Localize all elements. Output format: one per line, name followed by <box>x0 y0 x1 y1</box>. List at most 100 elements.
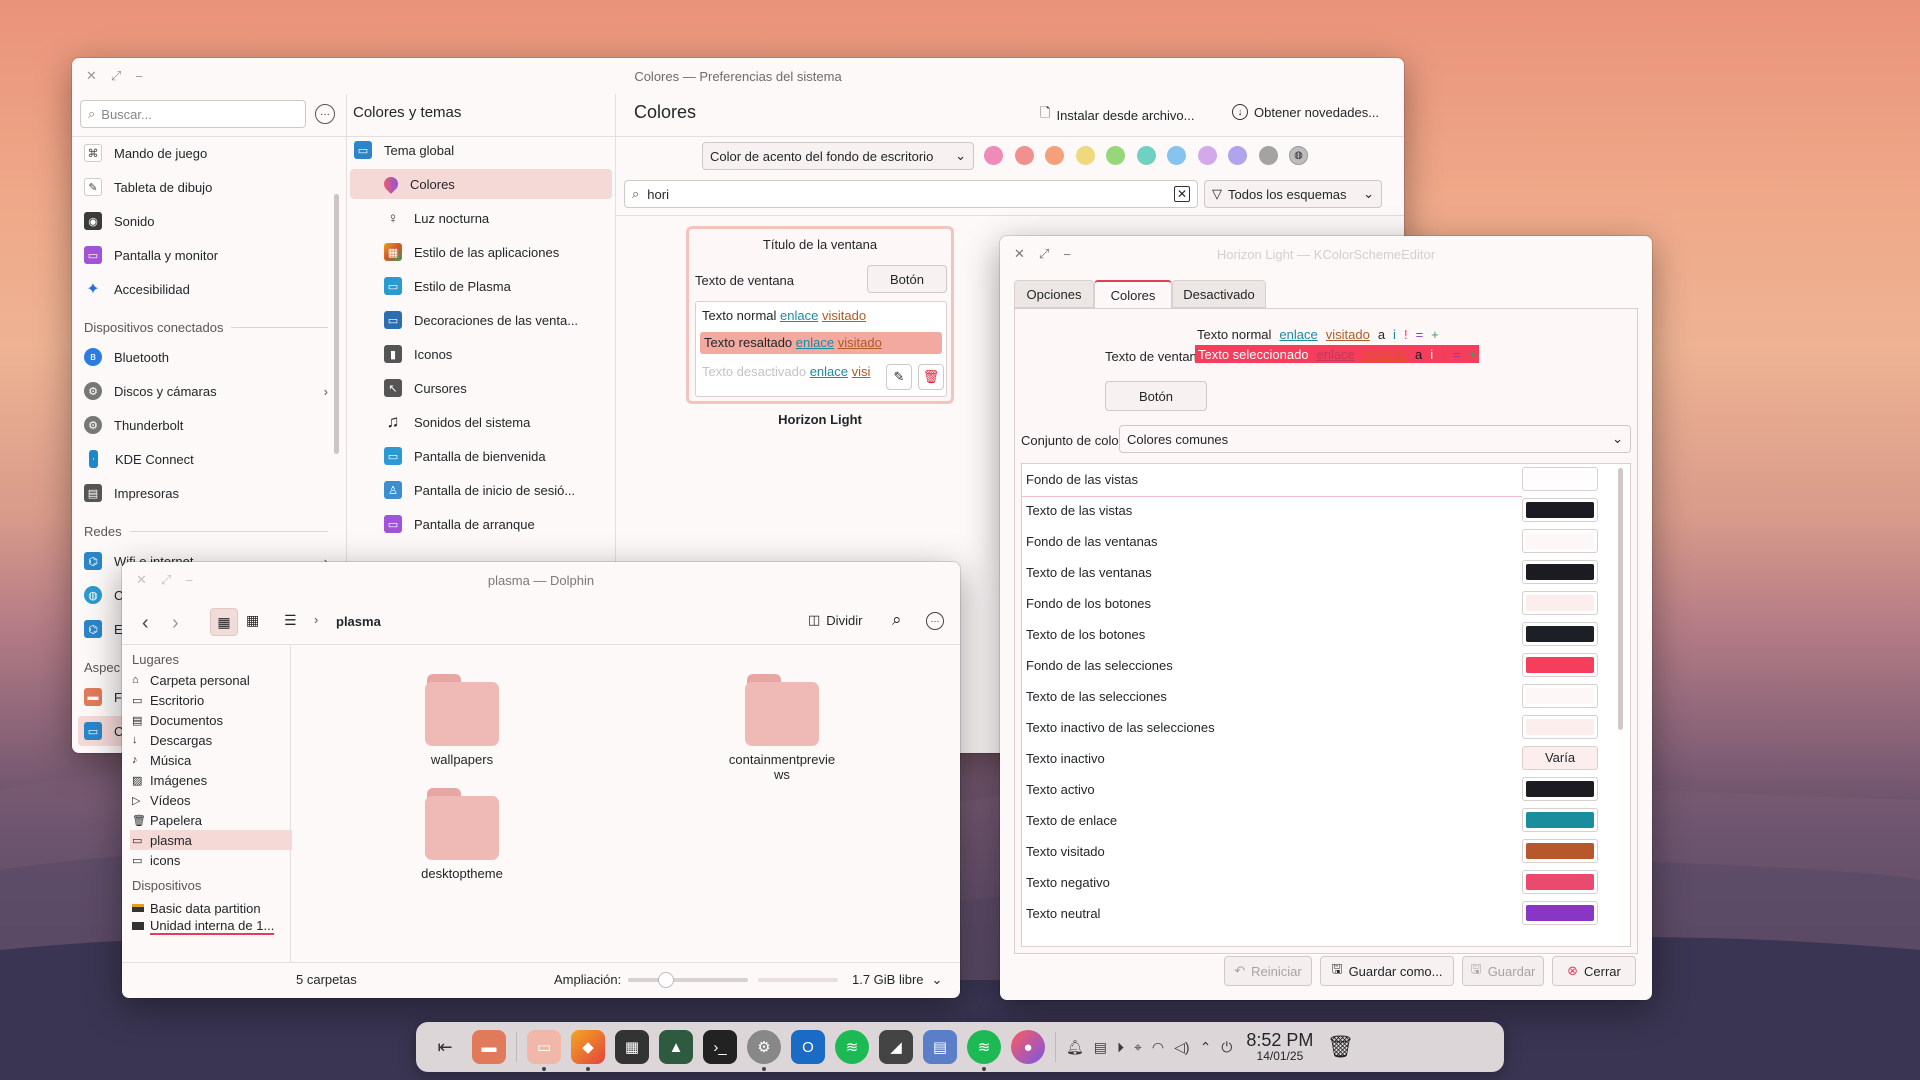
accent-swatch[interactable] <box>1228 146 1247 165</box>
color-swatch-button[interactable] <box>1522 622 1598 646</box>
place-item[interactable]: 🗑 Papelera <box>130 810 292 830</box>
color-editor-icon[interactable]: ● <box>1011 1030 1045 1064</box>
color-swatch-button[interactable] <box>1522 777 1598 801</box>
accent-swatch[interactable] <box>984 146 1003 165</box>
maximize-icon[interactable]: ⤢ <box>111 68 121 84</box>
folder-item[interactable]: wallpapers <box>402 674 522 767</box>
sub-item-icons[interactable]: ▮ Iconos <box>384 339 452 369</box>
trash-icon[interactable]: 🗑︎ <box>1323 1030 1357 1064</box>
accent-color-combo[interactable]: Color de acento del fondo de escritorio ⌄ <box>702 142 974 170</box>
sidebar-scrollbar[interactable] <box>334 194 339 454</box>
sidebar-item-sound[interactable]: ◉ Sonido <box>84 206 154 236</box>
maximize-icon[interactable]: ⤢ <box>161 572 171 588</box>
chevron-up-icon[interactable]: ⌃ <box>1200 1039 1212 1056</box>
device-internal-drive[interactable]: Unidad interna de 1... <box>130 916 292 936</box>
accent-swatch[interactable] <box>1045 146 1064 165</box>
sidebar-item-tablet[interactable]: ✎ Tableta de dibujo <box>84 172 212 202</box>
color-set-combo[interactable]: Colores comunes ⌄ <box>1119 425 1631 453</box>
color-swatch-button[interactable] <box>1522 684 1598 708</box>
sub-item-boot-splash[interactable]: ▭ Pantalla de arranque <box>384 509 535 539</box>
system-settings-icon[interactable]: ⚙ <box>747 1030 781 1071</box>
color-swatch-button[interactable] <box>1522 467 1598 491</box>
place-item[interactable]: ▭ plasma <box>130 830 292 850</box>
sub-item-global-theme[interactable]: ▭ Tema global <box>354 135 454 165</box>
color-swatch-button[interactable] <box>1522 839 1598 863</box>
minimize-icon[interactable]: − <box>1063 247 1071 262</box>
sub-item-system-sounds[interactable]: ♫ Sonidos del sistema <box>384 407 531 437</box>
clear-icon[interactable]: ✕ <box>1173 186 1190 202</box>
search-icon[interactable]: ⌕ <box>892 610 902 630</box>
sub-item-window-decorations[interactable]: ▭ Decoraciones de las venta... <box>384 305 578 335</box>
power-icon[interactable]: ⏻ <box>1221 1039 1232 1056</box>
color-swatch-button[interactable] <box>1522 901 1598 925</box>
terminal-icon[interactable]: ›_ <box>703 1030 737 1064</box>
location-icon[interactable]: ⌖ <box>1134 1039 1142 1056</box>
folder-item[interactable]: desktoptheme <box>402 788 522 881</box>
sidebar-item-bluetooth[interactable]: ʙ Bluetooth <box>84 342 169 372</box>
sub-item-login-screen[interactable]: ♙ Pantalla de inicio de sesió... <box>384 475 575 505</box>
spotify-icon-2[interactable]: ≋ <box>967 1030 1001 1071</box>
accent-swatch[interactable] <box>1106 146 1125 165</box>
place-item[interactable]: ⌂ Carpeta personal <box>130 670 292 690</box>
spotify-icon[interactable]: ≋ <box>835 1030 869 1064</box>
minimize-icon[interactable]: − <box>135 69 143 84</box>
scheme-card-horizon-light[interactable]: Título de la ventana Texto de ventana Bo… <box>686 226 954 404</box>
inkscape-icon[interactable]: ◢ <box>879 1030 913 1064</box>
place-item[interactable]: ▭ Escritorio <box>130 690 292 710</box>
close-button[interactable]: ⊗ Cerrar <box>1552 956 1636 986</box>
color-swatch-button[interactable] <box>1522 529 1598 553</box>
sidebar-item-kdeconnect[interactable]: · KDE Connect <box>84 444 194 474</box>
accent-swatch[interactable]: ◍ <box>1289 146 1308 165</box>
app-launcher-icon[interactable]: ▬ <box>472 1030 506 1064</box>
folder-item[interactable]: containmentpreviews <box>722 674 842 782</box>
place-item[interactable]: ▤ Documentos <box>130 710 292 730</box>
accent-swatch[interactable] <box>1014 146 1034 165</box>
search-input[interactable]: ⌕ Buscar... <box>80 100 306 128</box>
tab-colors[interactable]: Colores <box>1094 280 1172 309</box>
zoom-slider[interactable] <box>628 972 748 988</box>
place-item[interactable]: ▨ Imágenes <box>130 770 292 790</box>
save-as-button[interactable]: 🖫 Guardar como... <box>1320 956 1454 986</box>
color-swatch-button[interactable] <box>1522 591 1598 615</box>
sidebar-item-gamepad[interactable]: ⌘ Mando de juego <box>84 138 207 168</box>
color-swatch-button[interactable]: Varía <box>1522 746 1598 770</box>
maximize-icon[interactable]: ⤢ <box>1039 246 1049 262</box>
close-icon[interactable]: ✕ <box>136 572 147 588</box>
gparted-icon[interactable]: ▤ <box>923 1030 957 1064</box>
sidebar-item-disks[interactable]: ⚙ Discos y cámaras › <box>84 376 328 406</box>
notifications-icon[interactable]: 🔔︎ <box>1066 1039 1084 1056</box>
free-space-text[interactable]: 1.7 GiB libre ⌄ <box>852 972 942 988</box>
app-store-icon[interactable]: ▦ <box>615 1030 649 1064</box>
minimize-icon[interactable]: − <box>185 573 193 588</box>
file-manager-icon[interactable]: ▭ <box>527 1030 561 1071</box>
back-button[interactable]: ‹ <box>142 612 149 635</box>
install-from-file-button[interactable]: 🗋 Instalar desde archivo... <box>1040 104 1194 126</box>
tab-disabled[interactable]: Desactivado <box>1172 280 1266 308</box>
image-viewer-icon[interactable]: ▲ <box>659 1030 693 1064</box>
sub-item-cursors[interactable]: ↖ Cursores <box>384 373 467 403</box>
accent-swatch[interactable] <box>1197 146 1217 165</box>
close-icon[interactable]: ✕ <box>86 68 97 84</box>
breadcrumb[interactable]: plasma <box>336 614 381 629</box>
sidebar-item-printers[interactable]: ▤ Impresoras <box>84 478 179 508</box>
sub-item-splash[interactable]: ▭ Pantalla de bienvenida <box>384 441 546 471</box>
reset-button[interactable]: ↶ Reiniciar <box>1224 956 1312 986</box>
more-options-icon[interactable]: ··· <box>315 104 335 124</box>
color-swatch-button[interactable] <box>1522 870 1598 894</box>
get-new-button[interactable]: ↓ Obtener novedades... <box>1232 104 1379 120</box>
show-desktop-icon[interactable]: ⇤ <box>428 1030 462 1064</box>
save-button[interactable]: 🖫 Guardar <box>1462 956 1544 986</box>
sidebar-item-thunderbolt[interactable]: ⚙ Thunderbolt <box>84 410 183 440</box>
dolphin-titlebar[interactable]: ✕ ⤢ − plasma — Dolphin <box>122 562 960 598</box>
place-item[interactable]: ▷ Vídeos <box>130 790 292 810</box>
icons-view-button[interactable]: ▦ <box>210 608 238 636</box>
tab-options[interactable]: Opciones <box>1014 280 1094 308</box>
accent-swatch[interactable] <box>1258 146 1278 165</box>
details-view-button[interactable]: ☰ <box>284 612 297 629</box>
sub-item-colors[interactable]: Colores <box>350 169 612 199</box>
compact-view-button[interactable]: ▦ <box>246 612 259 629</box>
volume-icon[interactable]: ◁) <box>1174 1039 1189 1056</box>
sidebar-item-accessibility[interactable]: ✦ Accesibilidad <box>84 274 190 304</box>
split-button[interactable]: ◫ Dividir <box>808 612 862 628</box>
color-swatch-button[interactable] <box>1522 808 1598 832</box>
